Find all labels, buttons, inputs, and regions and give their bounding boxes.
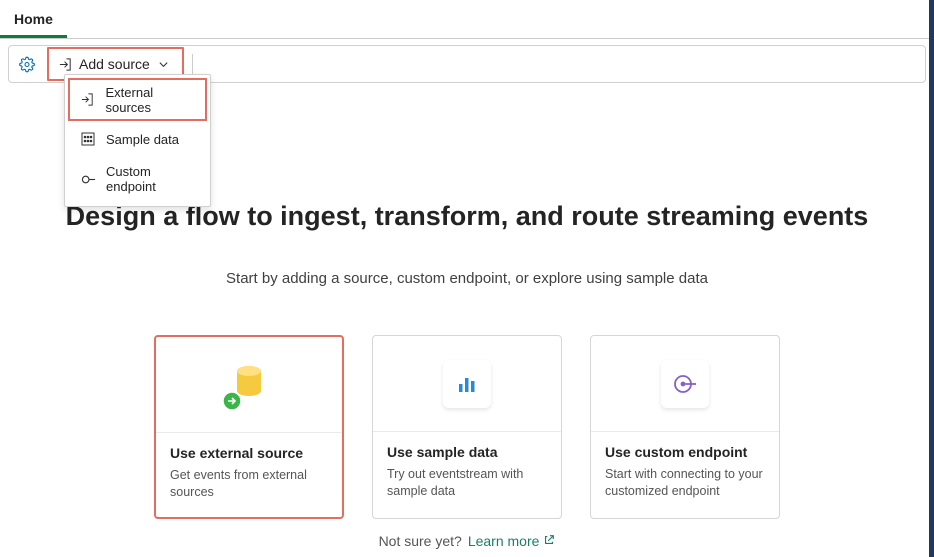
page-subheadline: Start by adding a source, custom endpoin… [20, 270, 914, 287]
sample-data-graphic [443, 360, 491, 408]
card-icon-area [591, 336, 779, 432]
dropdown-item-custom-endpoint[interactable]: Custom endpoint [68, 157, 207, 201]
external-sources-icon [80, 92, 96, 108]
dropdown-item-wrap: Sample data [68, 124, 207, 154]
card-icon-area [373, 336, 561, 432]
dropdown-item-label: Sample data [106, 132, 179, 147]
card-body: Use external source Get events from exte… [156, 433, 342, 517]
external-source-graphic [226, 360, 272, 409]
footer-prompt: Not sure yet? [379, 533, 462, 549]
chevron-down-icon [156, 56, 172, 72]
add-source-label: Add source [79, 56, 150, 72]
card-use-sample-data[interactable]: Use sample data Try out eventstream with… [372, 335, 562, 519]
learn-more-label: Learn more [468, 533, 540, 549]
bar-chart-icon [455, 372, 479, 396]
external-link-icon [543, 533, 555, 549]
card-use-custom-endpoint[interactable]: Use custom endpoint Start with connectin… [590, 335, 780, 519]
card-title: Use external source [170, 445, 328, 461]
toolbar-divider [192, 54, 193, 74]
card-description: Try out eventstream with sample data [387, 466, 547, 500]
tab-home-label: Home [14, 11, 53, 27]
custom-endpoint-icon [80, 171, 96, 187]
card-description: Get events from external sources [170, 467, 328, 501]
learn-more-link[interactable]: Learn more [468, 533, 556, 549]
custom-endpoint-graphic [661, 360, 709, 408]
card-body: Use custom endpoint Start with connectin… [591, 432, 779, 516]
dropdown-item-sample-data[interactable]: Sample data [68, 124, 207, 154]
card-title: Use custom endpoint [605, 444, 765, 460]
card-icon-area [156, 337, 342, 433]
cards-row: Use external source Get events from exte… [20, 335, 914, 519]
footer-row: Not sure yet? Learn more [20, 533, 914, 549]
card-description: Start with connecting to your customized… [605, 466, 765, 500]
tab-home[interactable]: Home [0, 5, 67, 38]
dropdown-item-external-highlight: External sources [68, 78, 207, 121]
dropdown-item-external-sources[interactable]: External sources [70, 80, 205, 119]
dropdown-item-label: Custom endpoint [106, 164, 195, 194]
sample-data-icon [80, 131, 96, 147]
card-body: Use sample data Try out eventstream with… [373, 432, 561, 516]
gear-icon [19, 56, 35, 72]
card-use-external-source[interactable]: Use external source Get events from exte… [154, 335, 344, 519]
endpoint-icon [672, 371, 698, 397]
dropdown-item-label: External sources [106, 85, 196, 115]
arrow-badge-icon [222, 391, 242, 411]
add-source-icon [57, 56, 73, 72]
dropdown-item-wrap: Custom endpoint [68, 157, 207, 201]
tabs-bar: Home [0, 0, 934, 39]
add-source-dropdown: External sources Sample data [64, 74, 211, 207]
card-title: Use sample data [387, 444, 547, 460]
settings-button[interactable] [9, 46, 45, 82]
